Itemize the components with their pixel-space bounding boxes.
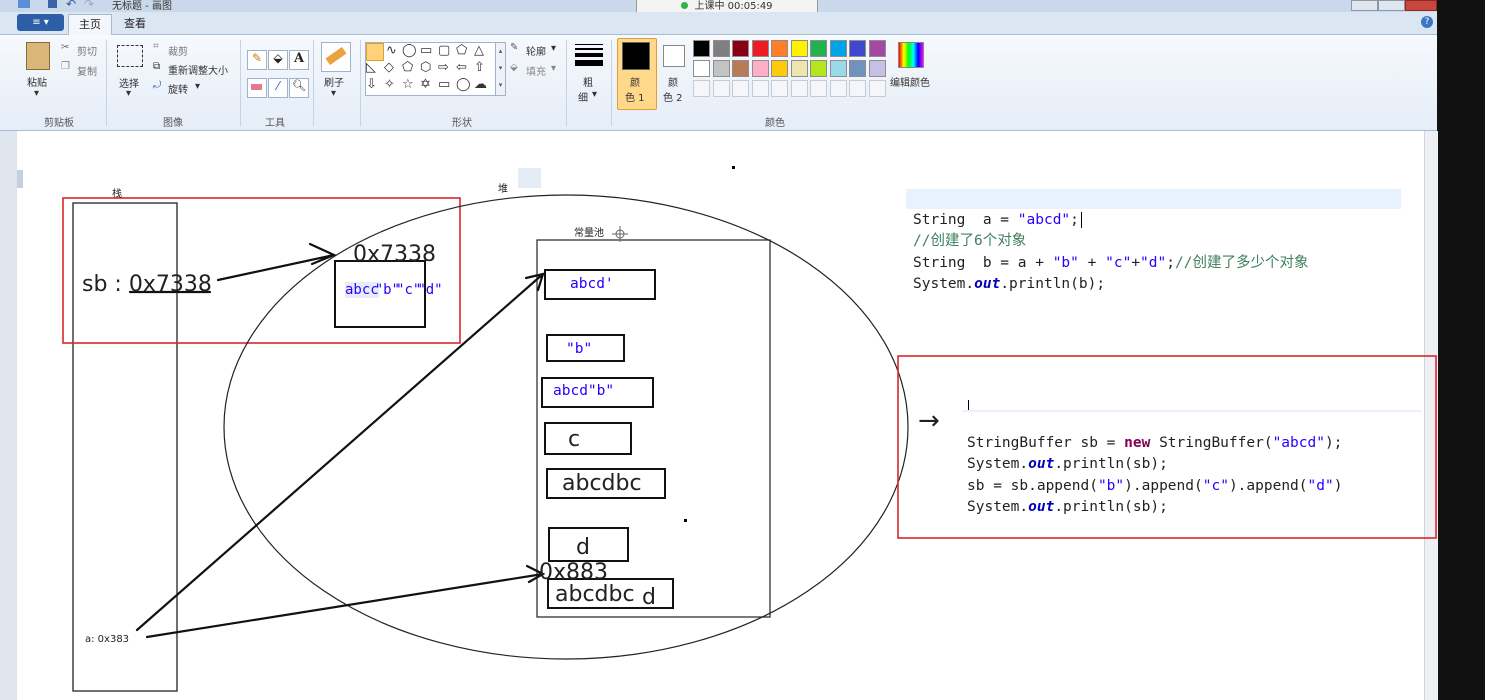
code-line: System.out.println(sb); [967, 497, 1422, 519]
code-token: "b" [1052, 254, 1079, 271]
code-token: out [1028, 499, 1055, 515]
text-cursor [1080, 211, 1082, 228]
heap-text-part: "d" [417, 282, 443, 298]
code-token: a = [965, 211, 1018, 228]
code-token: String [913, 254, 966, 271]
pool-item-text: abcdbc [562, 471, 642, 496]
right-arrow-icon: → [918, 406, 940, 436]
code-token: .println(sb); [1054, 456, 1168, 472]
code-token: "d" [1140, 254, 1167, 271]
arrow-a-to-0x883 [145, 564, 546, 639]
code-token: + [1078, 254, 1106, 271]
code-token: //创建了多少个对象 [1174, 254, 1309, 271]
pixel-dot [684, 519, 687, 522]
code-token: + [1131, 254, 1141, 271]
pool-item-text: c [568, 427, 581, 452]
heap-box-text: abcc"b""c""d" [345, 280, 443, 302]
code-line: StringBuffer sb = new StringBuffer("abcd… [967, 433, 1422, 455]
code-token: System. [913, 276, 975, 292]
code-token: "abcd" [1017, 211, 1071, 228]
code-token: "abcd" [1272, 434, 1325, 451]
code-token: ; [1070, 211, 1079, 228]
code-token: System. [967, 499, 1029, 515]
stack-label: 栈 [112, 189, 122, 200]
code-token: ).append( [1228, 477, 1308, 494]
pixel-dot [732, 166, 735, 169]
code-token: "c" [1202, 477, 1229, 494]
code-token: ).append( [1124, 477, 1203, 494]
code-token: StringBuffer sb = [967, 434, 1125, 451]
drawing-strokes [62, 166, 1437, 692]
arrow-sb-to-heap [216, 242, 337, 282]
code-token: .println(sb); [1054, 499, 1168, 515]
code-token: "d" [1307, 477, 1334, 494]
code-token: out [1028, 456, 1055, 472]
heap-text-part: abcc [345, 282, 379, 298]
pool-item-text: d [576, 535, 590, 560]
pool-item-text: abcd"b" [553, 383, 615, 399]
code-token: new [1124, 434, 1151, 451]
code-token: System. [967, 456, 1029, 472]
code-token: b = a + [965, 254, 1053, 271]
pool-item-text: abcd' [570, 276, 614, 292]
code-line: sb = sb.append("b").append("c").append("… [967, 476, 1422, 498]
code-token: String [913, 211, 966, 228]
sb-reference-text: sb : 0x7338 [82, 272, 212, 297]
code-token: ) [1333, 477, 1343, 494]
heap-label: 堆 [498, 184, 508, 195]
code-token: "c" [1105, 254, 1132, 271]
code-token: "b" [1097, 477, 1125, 494]
pool-item-suffix: d [642, 585, 656, 610]
code-token: ; [1166, 254, 1175, 271]
code-line: System.out.println(b); [913, 274, 1308, 296]
pool-label: 常量池 [574, 228, 604, 239]
pool-item-text: abcdbc [555, 582, 635, 607]
code-token: .println(b); [1000, 276, 1106, 292]
text-cursor-marker [968, 400, 969, 410]
heap-address-text: 0x7338 [353, 242, 437, 267]
code-line: System.out.println(sb); [967, 454, 1422, 476]
code-token: out [974, 276, 1001, 292]
code-token: ); [1324, 434, 1343, 451]
a-reference-text: a: 0x383 [85, 634, 130, 645]
code-token: StringBuffer( [1150, 434, 1273, 451]
pool-box [544, 422, 632, 455]
pool-item-text: "b" [566, 341, 593, 357]
code-block-2: StringBuffer sb = new StringBuffer("abcd… [967, 411, 1422, 540]
code-line: String b = a + "b" + "c"+"d";//创建了多少个对象 [913, 253, 1308, 275]
code-line: //创建了6个对象 [913, 233, 1027, 249]
code-line: String a = "abcd"; [913, 210, 1308, 232]
code-block-1: String a = "abcd";//创建了6个对象 String b = a … [913, 188, 1308, 317]
code-token: sb = sb.append( [967, 477, 1098, 494]
